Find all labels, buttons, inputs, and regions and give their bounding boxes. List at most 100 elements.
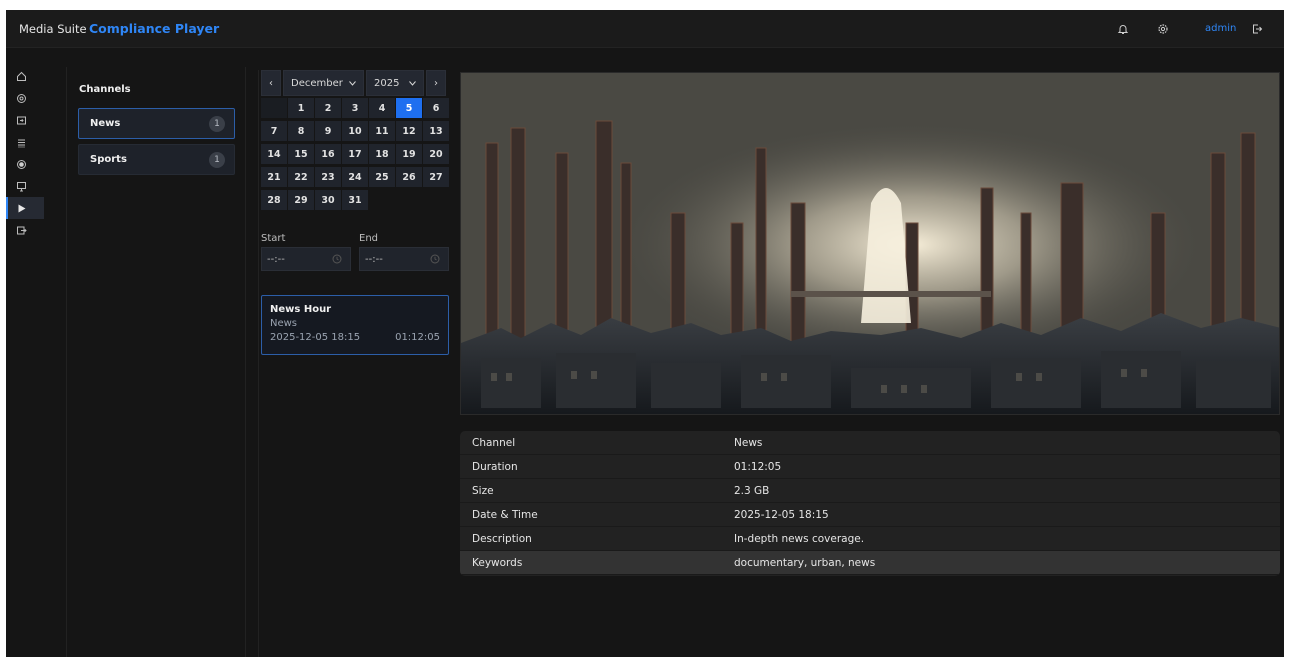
calendar-day[interactable]: 15: [288, 144, 314, 164]
dashboard-icon: [17, 93, 26, 103]
metadata-table: Channel News Duration 01:12:05 Size 2.3 …: [460, 431, 1280, 576]
program-duration: 01:12:05: [395, 332, 440, 343]
calendar-day[interactable]: 5: [396, 98, 422, 118]
meta-key: Duration: [472, 460, 518, 473]
calendar-grid: 1 2 3 4 5 6 7 8 9 10 11 12 13 14 15 16 17 18 19 20 21 22 23 24 2…: [261, 98, 449, 210]
channel-name: News: [90, 118, 121, 129]
gear-icon[interactable]: [1155, 21, 1171, 37]
meta-key: Channel: [472, 436, 516, 449]
calendar-day[interactable]: 25: [369, 167, 395, 187]
table-row: Size 2.3 GB: [460, 479, 1280, 503]
calendar-day[interactable]: 26: [396, 167, 422, 187]
meta-key: Keywords: [472, 556, 523, 569]
calendar-day[interactable]: 4: [369, 98, 395, 118]
calendar-day[interactable]: 24: [342, 167, 368, 187]
export-icon: [17, 226, 27, 234]
end-label: End: [359, 233, 379, 244]
app-window: Media Suite Compliance Player admin Chan…: [6, 10, 1284, 657]
calendar-day[interactable]: 19: [396, 144, 422, 164]
channel-item-news[interactable]: News 1: [78, 108, 235, 139]
table-row: Keywords documentary, urban, news: [460, 551, 1280, 575]
calendar-day[interactable]: 2: [315, 98, 341, 118]
table-row: Date & Time 2025-12-05 18:15: [460, 503, 1280, 527]
user-menu[interactable]: admin: [1205, 23, 1236, 34]
calendar-day[interactable]: 30: [315, 190, 341, 210]
start-time-input[interactable]: --:--: [261, 247, 351, 271]
calendar-day[interactable]: 16: [315, 144, 341, 164]
nav-rail: [6, 49, 44, 657]
meta-value: documentary, urban, news: [734, 556, 876, 569]
top-bar: Media Suite Compliance Player admin: [6, 10, 1284, 48]
calendar-day[interactable]: 27: [423, 167, 449, 187]
meta-key: Description: [472, 532, 532, 545]
logout-icon[interactable]: [1249, 21, 1265, 37]
calendar-day[interactable]: 20: [423, 144, 449, 164]
chevron-down-icon: [409, 80, 416, 86]
nav-item-list[interactable]: [6, 131, 44, 153]
meta-key: Size: [472, 484, 494, 497]
channel-count-badge: 1: [209, 152, 225, 168]
list-icon: [18, 139, 25, 147]
calendar-header: ‹ December 2025 ›: [261, 70, 448, 96]
meta-value: In-depth news coverage.: [734, 532, 865, 545]
app-title[interactable]: Compliance Player: [89, 21, 219, 36]
clock-icon: [430, 254, 440, 264]
nav-item-export[interactable]: [6, 219, 44, 241]
nav-item-player[interactable]: [6, 197, 44, 219]
nav-item-monitor[interactable]: [6, 175, 44, 197]
calendar-day[interactable]: 31: [342, 190, 368, 210]
meta-value: 01:12:05: [734, 460, 782, 473]
bell-icon[interactable]: [1115, 21, 1131, 37]
prev-month-button[interactable]: ‹: [261, 70, 281, 96]
chevron-down-icon: [349, 80, 356, 86]
calendar-day[interactable]: 8: [288, 121, 314, 141]
record-icon: [17, 159, 26, 169]
calendar-column: ‹ December 2025 › 1 2 3 4 5 6 7 8 9 10 11 12 13 14 15 1…: [258, 70, 449, 657]
monitor-icon: [17, 181, 26, 191]
calendar-day[interactable]: 29: [288, 190, 314, 210]
calendar-day[interactable]: 22: [288, 167, 314, 187]
calendar-day[interactable]: 14: [261, 144, 287, 164]
calendar-day-empty: [261, 98, 287, 118]
month-select[interactable]: December: [283, 70, 364, 96]
program-datetime: 2025-12-05 18:15: [270, 332, 361, 343]
nav-item-dashboard[interactable]: [6, 87, 44, 109]
end-time-input[interactable]: --:--: [359, 247, 449, 271]
end-time-value: --:--: [365, 253, 383, 265]
calendar-day[interactable]: 18: [369, 144, 395, 164]
calendar-day[interactable]: 23: [315, 167, 341, 187]
nav-item-import[interactable]: [6, 109, 44, 131]
video-player[interactable]: [460, 72, 1280, 415]
brand-name[interactable]: Media Suite: [19, 22, 87, 36]
calendar-day[interactable]: 6: [423, 98, 449, 118]
calendar-day[interactable]: 11: [369, 121, 395, 141]
calendar-day[interactable]: 10: [342, 121, 368, 141]
next-month-button[interactable]: ›: [426, 70, 446, 96]
table-row: Channel News: [460, 431, 1280, 455]
month-value: December: [291, 77, 343, 89]
calendar-day[interactable]: 9: [315, 121, 341, 141]
program-card[interactable]: News Hour News 2025-12-05 18:15 01:12:05: [261, 295, 449, 355]
play-icon: [18, 204, 26, 212]
channels-heading: Channels: [79, 84, 131, 95]
year-select[interactable]: 2025: [366, 70, 424, 96]
channel-item-sports[interactable]: Sports 1: [78, 144, 235, 175]
calendar-day[interactable]: 21: [261, 167, 287, 187]
calendar-day[interactable]: 13: [423, 121, 449, 141]
program-channel: News: [270, 318, 298, 329]
home-icon: [17, 71, 26, 81]
meta-value: 2025-12-05 18:15: [734, 508, 829, 521]
calendar-day[interactable]: 17: [342, 144, 368, 164]
calendar-day[interactable]: 12: [396, 121, 422, 141]
nav-item-record[interactable]: [6, 153, 44, 175]
calendar-day[interactable]: 7: [261, 121, 287, 141]
meta-value: News: [734, 436, 763, 449]
nav-item-home[interactable]: [6, 65, 44, 87]
calendar-day[interactable]: 28: [261, 190, 287, 210]
calendar-day[interactable]: 3: [342, 98, 368, 118]
meta-key: Date & Time: [472, 508, 538, 521]
video-frame: [461, 73, 1279, 414]
calendar-day[interactable]: 1: [288, 98, 314, 118]
year-value: 2025: [374, 77, 400, 89]
start-time-value: --:--: [267, 253, 285, 265]
